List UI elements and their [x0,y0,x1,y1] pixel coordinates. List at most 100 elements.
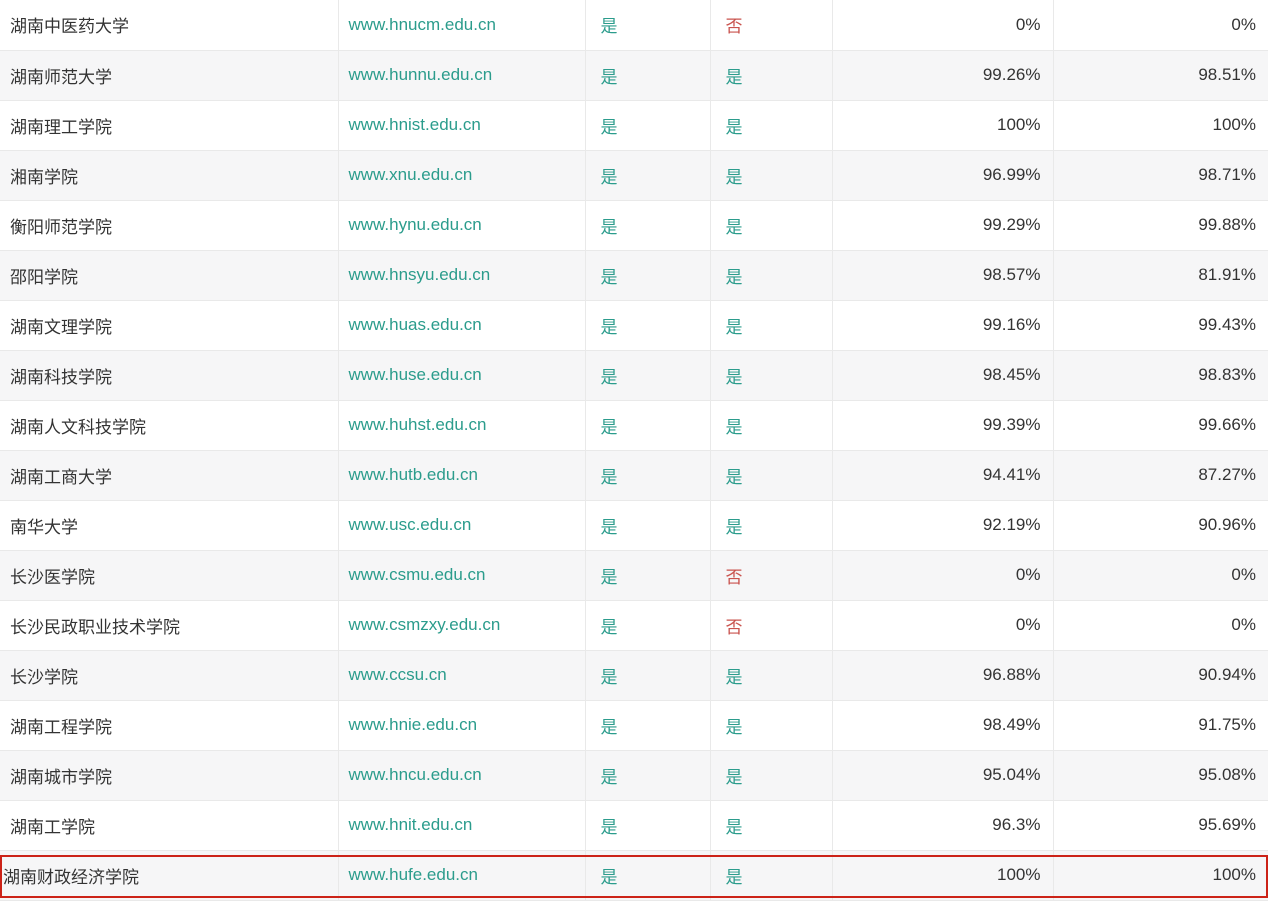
table-row: 湖南工学院 www.hnit.edu.cn 是 是 96.3% 95.69% [0,800,1268,850]
percentage-2-cell: 95.69% [1053,800,1268,850]
percentage-2-cell: 99.43% [1053,300,1268,350]
percentage-2-cell: 90.94% [1053,650,1268,700]
percentage-1-cell: 0% [832,600,1053,650]
status-flag-2-cell: 否 [710,600,832,650]
percentage-2-cell: 100% [1053,100,1268,150]
percentage-2-cell: 91.75% [1053,700,1268,750]
table-row: 湖南财政经济学院 www.hufe.edu.cn 是 是 100% 100% [0,850,1268,900]
university-name-cell: 湖南文理学院 [0,300,338,350]
percentage-1-cell: 96.88% [832,650,1053,700]
university-name-cell: 湖南城市学院 [0,750,338,800]
website-link[interactable]: www.hynu.edu.cn [338,200,585,250]
status-flag-2-cell: 是 [710,250,832,300]
website-link[interactable]: www.huse.edu.cn [338,350,585,400]
university-name-cell: 湖南财政经济学院 [0,850,338,900]
status-flag-2-cell: 是 [710,850,832,900]
table-row: 湖南师范大学 www.hunnu.edu.cn 是 是 99.26% 98.51… [0,50,1268,100]
status-flag-2-cell: 是 [710,400,832,450]
percentage-2-cell: 87.27% [1053,450,1268,500]
status-flag-2-cell: 是 [710,350,832,400]
status-flag-2-cell: 否 [710,550,832,600]
percentage-2-cell: 0% [1053,550,1268,600]
website-link[interactable]: www.csmu.edu.cn [338,550,585,600]
table-row: 湘南学院 www.xnu.edu.cn 是 是 96.99% 98.71% [0,150,1268,200]
status-flag-1-cell: 是 [585,700,710,750]
percentage-1-cell: 96.99% [832,150,1053,200]
table-row: 湖南科技学院 www.huse.edu.cn 是 是 98.45% 98.83% [0,350,1268,400]
website-link[interactable]: www.hnsyu.edu.cn [338,250,585,300]
website-link[interactable]: www.hnit.edu.cn [338,800,585,850]
university-name-cell: 长沙学院 [0,650,338,700]
university-name-cell: 湖南理工学院 [0,100,338,150]
table-row: 长沙医学院 www.csmu.edu.cn 是 否 0% 0% [0,550,1268,600]
percentage-1-cell: 94.41% [832,450,1053,500]
status-flag-1-cell: 是 [585,350,710,400]
university-name-cell: 长沙民政职业技术学院 [0,600,338,650]
status-flag-1-cell: 是 [585,750,710,800]
status-flag-1-cell: 是 [585,300,710,350]
website-link[interactable]: www.huas.edu.cn [338,300,585,350]
percentage-2-cell: 98.71% [1053,150,1268,200]
status-flag-2-cell: 是 [710,300,832,350]
status-flag-1-cell: 是 [585,800,710,850]
percentage-2-cell: 98.83% [1053,350,1268,400]
status-flag-1-cell: 是 [585,100,710,150]
percentage-2-cell: 0% [1053,0,1268,50]
status-flag-2-cell: 是 [710,150,832,200]
table-row: 湖南理工学院 www.hnist.edu.cn 是 是 100% 100% [0,100,1268,150]
website-link[interactable]: www.hnie.edu.cn [338,700,585,750]
website-link[interactable]: www.usc.edu.cn [338,500,585,550]
percentage-2-cell: 99.88% [1053,200,1268,250]
website-link[interactable]: www.huhst.edu.cn [338,400,585,450]
table-row: 湖南文理学院 www.huas.edu.cn 是 是 99.16% 99.43% [0,300,1268,350]
table-row: 长沙民政职业技术学院 www.csmzxy.edu.cn 是 否 0% 0% [0,600,1268,650]
university-name-cell: 湖南工学院 [0,800,338,850]
website-link[interactable]: www.hufe.edu.cn [338,850,585,900]
table-row: 湖南工商大学 www.hutb.edu.cn 是 是 94.41% 87.27% [0,450,1268,500]
status-flag-1-cell: 是 [585,600,710,650]
university-name-cell: 湖南科技学院 [0,350,338,400]
status-flag-2-cell: 否 [710,0,832,50]
website-link[interactable]: www.hutb.edu.cn [338,450,585,500]
table-row: 衡阳师范学院 www.hynu.edu.cn 是 是 99.29% 99.88% [0,200,1268,250]
percentage-1-cell: 100% [832,850,1053,900]
website-link[interactable]: www.xnu.edu.cn [338,150,585,200]
status-flag-2-cell: 是 [710,650,832,700]
table-row: 湖南人文科技学院 www.huhst.edu.cn 是 是 99.39% 99.… [0,400,1268,450]
status-flag-1-cell: 是 [585,400,710,450]
status-flag-2-cell: 是 [710,750,832,800]
status-flag-1-cell: 是 [585,200,710,250]
university-name-cell: 湖南工商大学 [0,450,338,500]
percentage-2-cell: 90.96% [1053,500,1268,550]
table-row: 邵阳学院 www.hnsyu.edu.cn 是 是 98.57% 81.91% [0,250,1268,300]
website-link[interactable]: www.csmzxy.edu.cn [338,600,585,650]
percentage-1-cell: 98.45% [832,350,1053,400]
percentage-1-cell: 98.57% [832,250,1053,300]
percentage-1-cell: 99.39% [832,400,1053,450]
website-link[interactable]: www.hnucm.edu.cn [338,0,585,50]
website-link[interactable]: www.hnist.edu.cn [338,100,585,150]
university-name-cell: 湖南工程学院 [0,700,338,750]
percentage-1-cell: 98.49% [832,700,1053,750]
percentage-1-cell: 100% [832,100,1053,150]
website-link[interactable]: www.hunnu.edu.cn [338,50,585,100]
university-name-cell: 湖南中医药大学 [0,0,338,50]
status-flag-1-cell: 是 [585,0,710,50]
university-name-cell: 湖南师范大学 [0,50,338,100]
universities-table: 湖南中医药大学 www.hnucm.edu.cn 是 否 0% 0% 湖南师范大… [0,0,1268,901]
percentage-2-cell: 81.91% [1053,250,1268,300]
status-flag-2-cell: 是 [710,100,832,150]
table-body: 湖南中医药大学 www.hnucm.edu.cn 是 否 0% 0% 湖南师范大… [0,0,1268,900]
status-flag-2-cell: 是 [710,800,832,850]
status-flag-2-cell: 是 [710,500,832,550]
website-link[interactable]: www.ccsu.cn [338,650,585,700]
percentage-1-cell: 0% [832,0,1053,50]
university-name-cell: 湘南学院 [0,150,338,200]
university-name-cell: 衡阳师范学院 [0,200,338,250]
status-flag-1-cell: 是 [585,50,710,100]
percentage-1-cell: 99.26% [832,50,1053,100]
website-link[interactable]: www.hncu.edu.cn [338,750,585,800]
table-row: 长沙学院 www.ccsu.cn 是 是 96.88% 90.94% [0,650,1268,700]
percentage-2-cell: 98.51% [1053,50,1268,100]
percentage-1-cell: 99.29% [832,200,1053,250]
